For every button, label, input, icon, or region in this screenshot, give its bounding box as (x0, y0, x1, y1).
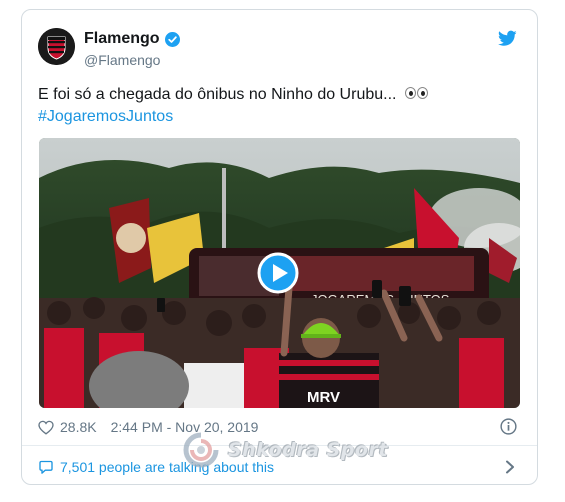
twitter-bird-icon[interactable] (498, 30, 517, 47)
display-name[interactable]: Flamengo (84, 30, 160, 48)
shirt-lettering: MRV (307, 389, 340, 406)
tweet-card: Flamengo @Flamengo E foi só a chegada do… (21, 9, 538, 485)
info-icon[interactable] (500, 418, 517, 435)
eyes-emoji-icon (404, 84, 429, 106)
tweet-timestamp[interactable]: 2:44 PM - Nov 20, 2019 (111, 419, 259, 435)
watermark-text: Shkodra Sport (228, 439, 388, 461)
heart-icon[interactable] (38, 420, 54, 435)
play-icon[interactable] (257, 252, 299, 294)
hashtag-link[interactable]: #JogaremosJuntos (38, 108, 173, 125)
verified-badge-icon (165, 32, 180, 47)
conversation-link[interactable]: 7,501 people are talking about this (38, 459, 274, 475)
tweet-meta: 28.8K 2:44 PM - Nov 20, 2019 (38, 419, 258, 435)
conversation-text[interactable]: 7,501 people are talking about this (60, 459, 274, 475)
divider (22, 445, 537, 446)
tweet-body: E foi só a chegada do ônibus no Ninho do… (38, 86, 401, 104)
tweet-text: E foi só a chegada do ônibus no Ninho do… (38, 84, 518, 128)
chat-bubble-icon (39, 460, 53, 474)
video-media[interactable]: JOGAREMOS JUNTOS MRV (39, 138, 520, 408)
like-count[interactable]: 28.8K (60, 419, 97, 435)
flamengo-avatar[interactable] (38, 28, 75, 65)
chevron-right-icon[interactable] (505, 460, 515, 474)
user-handle[interactable]: @Flamengo (84, 52, 160, 68)
